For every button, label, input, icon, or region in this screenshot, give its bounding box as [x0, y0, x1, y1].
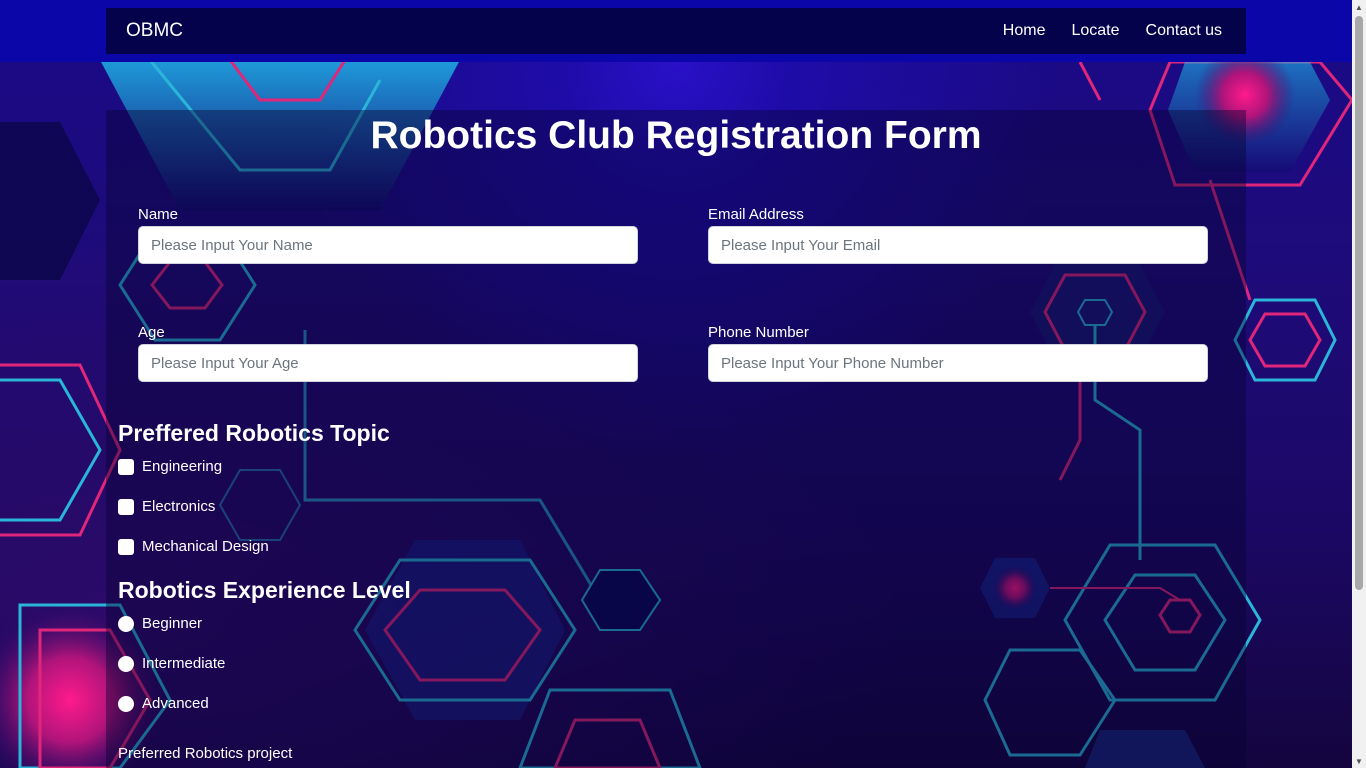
- advanced-label: Advanced: [142, 695, 209, 712]
- age-input[interactable]: [138, 344, 638, 382]
- beginner-radio[interactable]: [118, 615, 134, 632]
- intermediate-label: Intermediate: [142, 655, 226, 672]
- engineering-checkbox[interactable]: [118, 458, 134, 475]
- experience-option-advanced[interactable]: Advanced: [118, 695, 209, 712]
- mechanical-design-label: Mechanical Design: [142, 538, 269, 555]
- nav-link-contact[interactable]: Contact us: [1146, 22, 1222, 40]
- engineering-label: Engineering: [142, 458, 223, 475]
- electronics-checkbox[interactable]: [118, 498, 134, 515]
- experience-option-intermediate[interactable]: Intermediate: [118, 655, 225, 672]
- experience-heading: Robotics Experience Level: [118, 577, 411, 603]
- nav-link-home[interactable]: Home: [1003, 22, 1046, 40]
- navbar: OBMC Home Locate Contact us: [106, 8, 1246, 54]
- page-scrollbar[interactable]: ▲ ▼: [1352, 0, 1366, 768]
- brand-logo[interactable]: OBMC: [126, 20, 183, 42]
- experience-option-beginner[interactable]: Beginner: [118, 615, 202, 632]
- phone-field-group: Phone Number: [708, 324, 1208, 382]
- scroll-down-icon[interactable]: ▼: [1352, 754, 1366, 768]
- electronics-label: Electronics: [142, 498, 216, 515]
- page-title: Robotics Club Registration Form: [370, 114, 982, 157]
- name-field-group: Name: [138, 206, 638, 264]
- phone-label: Phone Number: [708, 324, 809, 341]
- intermediate-radio[interactable]: [118, 655, 134, 672]
- email-input[interactable]: [708, 226, 1208, 264]
- topic-heading: Preffered Robotics Topic: [118, 420, 390, 446]
- scrollbar-thumb[interactable]: [1355, 16, 1363, 590]
- topic-option-mechanical-design[interactable]: Mechanical Design: [118, 538, 269, 555]
- beginner-label: Beginner: [142, 615, 203, 632]
- scroll-up-icon[interactable]: ▲: [1352, 0, 1366, 14]
- registration-form: Robotics Club Registration Form Name Ema…: [106, 110, 1246, 768]
- mechanical-design-checkbox[interactable]: [118, 538, 134, 555]
- age-label: Age: [138, 324, 165, 341]
- name-label: Name: [138, 206, 179, 223]
- email-label: Email Address: [708, 206, 804, 223]
- phone-input[interactable]: [708, 344, 1208, 382]
- advanced-radio[interactable]: [118, 695, 134, 712]
- nav-link-locate[interactable]: Locate: [1071, 22, 1119, 40]
- age-field-group: Age: [138, 324, 638, 382]
- topic-option-engineering[interactable]: Engineering: [118, 458, 222, 475]
- name-input[interactable]: [138, 226, 638, 264]
- project-label: Preferred Robotics project: [118, 745, 293, 762]
- topic-option-electronics[interactable]: Electronics: [118, 498, 215, 515]
- email-field-group: Email Address: [708, 206, 1208, 264]
- nav-links: Home Locate Contact us: [1003, 22, 1226, 40]
